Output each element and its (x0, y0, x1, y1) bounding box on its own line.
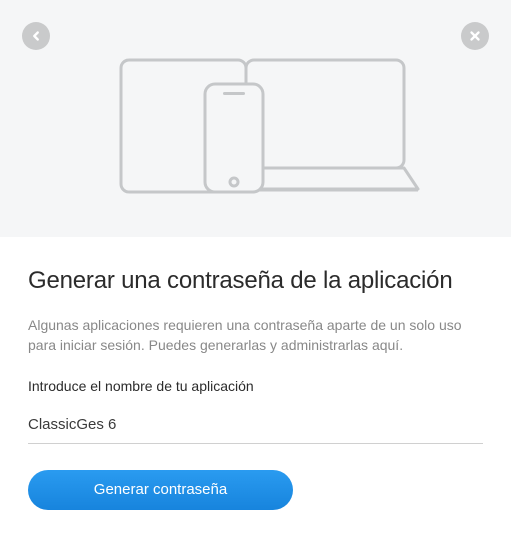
hero-section (0, 0, 511, 237)
page-title: Generar una contraseña de la aplicación (28, 267, 483, 295)
app-name-input[interactable] (28, 412, 483, 444)
chevron-left-icon (29, 29, 43, 43)
close-button[interactable] (461, 22, 489, 50)
content-section: Generar una contraseña de la aplicación … (0, 237, 511, 528)
generate-password-button[interactable]: Generar contraseña (28, 470, 293, 510)
devices-illustration (66, 44, 446, 204)
back-button[interactable] (22, 22, 50, 50)
app-name-label: Introduce el nombre de tu aplicación (28, 378, 483, 394)
close-icon (468, 29, 482, 43)
page-description: Algunas aplicaciones requieren una contr… (28, 315, 483, 356)
